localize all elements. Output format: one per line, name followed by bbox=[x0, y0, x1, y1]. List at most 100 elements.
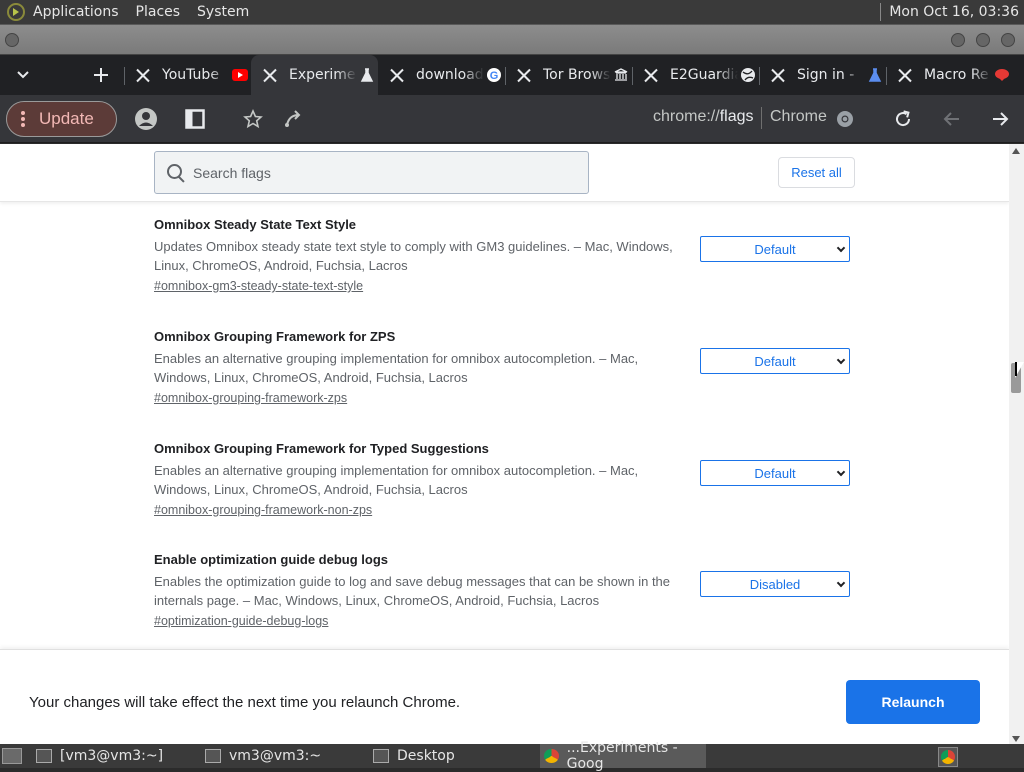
search-icon bbox=[167, 163, 185, 182]
reset-all-button[interactable]: Reset all bbox=[778, 157, 855, 188]
window-menu-icon[interactable] bbox=[5, 33, 19, 47]
mouse-cursor-icon bbox=[1015, 362, 1024, 378]
url-host: flags bbox=[719, 108, 754, 125]
flag-select-value: Default bbox=[754, 241, 796, 257]
taskbar: [vm3@vm3:~] vm3@vm3:~ Desktop ...Experim… bbox=[0, 740, 1024, 772]
flag-select[interactable]: Default bbox=[700, 460, 850, 486]
window-titlebar[interactable] bbox=[0, 24, 1024, 55]
flag-name: Omnibox Steady State Text Style bbox=[154, 217, 357, 232]
side-panel-icon[interactable] bbox=[183, 107, 207, 131]
reload-icon[interactable] bbox=[891, 107, 915, 131]
tab-search-chevron-icon[interactable] bbox=[11, 63, 35, 87]
close-tab-icon[interactable] bbox=[136, 68, 150, 82]
flag-entry: Omnibox Grouping Framework for Typed Sug… bbox=[154, 441, 854, 517]
folder-icon bbox=[373, 749, 389, 763]
flask-blue-icon bbox=[867, 67, 883, 83]
kebab-menu-icon bbox=[21, 111, 25, 127]
search-input[interactable] bbox=[193, 164, 573, 181]
menu-places[interactable]: Places bbox=[136, 4, 181, 20]
distro-logo-icon[interactable] bbox=[7, 3, 25, 21]
omnibox-url[interactable]: chrome://flags bbox=[653, 108, 753, 126]
taskbar-item-active[interactable]: ...Experiments - Goog bbox=[540, 740, 706, 772]
taskbar-item[interactable]: vm3@vm3:~ bbox=[205, 744, 369, 768]
new-tab-icon[interactable] bbox=[89, 63, 113, 87]
terminal-icon bbox=[205, 749, 221, 763]
share-icon[interactable] bbox=[281, 107, 305, 131]
bookmark-star-icon[interactable] bbox=[241, 107, 265, 131]
close-tab-icon[interactable] bbox=[263, 68, 277, 82]
tab-title: Experiments bbox=[289, 67, 357, 83]
chevron-down-icon bbox=[836, 467, 846, 477]
close-tab-icon[interactable] bbox=[390, 68, 404, 82]
menu-system[interactable]: System bbox=[197, 4, 249, 20]
flag-select[interactable]: Default bbox=[700, 236, 850, 262]
panel-separator bbox=[880, 3, 882, 21]
scroll-down-arrow-icon[interactable] bbox=[1012, 736, 1020, 742]
flag-description: Enables an alternative grouping implemen… bbox=[154, 351, 639, 385]
tab-strip: YouTube Experiments download G Tor Brows… bbox=[0, 55, 1024, 95]
flag-link[interactable]: #omnibox-gm3-steady-state-text-style bbox=[154, 279, 363, 293]
relaunch-bar: Your changes will take effect the next t… bbox=[0, 649, 1009, 744]
search-header: Reset all bbox=[0, 144, 1009, 202]
minimize-icon[interactable] bbox=[951, 33, 965, 47]
svg-text:G: G bbox=[490, 70, 499, 82]
close-tab-icon[interactable] bbox=[771, 68, 785, 82]
close-tab-icon[interactable] bbox=[517, 68, 531, 82]
youtube-icon bbox=[232, 67, 248, 83]
flag-name: Omnibox Grouping Framework for ZPS bbox=[154, 329, 396, 344]
taskbar-item-label: ...Experiments - Goog bbox=[566, 740, 678, 772]
tab-title: YouTube bbox=[162, 67, 219, 83]
tab-e2guardian[interactable]: E2Guardian bbox=[632, 55, 759, 95]
browser-toolbar: Update bbox=[0, 95, 1024, 143]
flag-entry: Omnibox Steady State Text Style Updates … bbox=[154, 217, 854, 293]
relaunch-button[interactable]: Relaunch bbox=[846, 680, 980, 724]
omnibox-chrome-label: Chrome bbox=[770, 108, 827, 125]
page-scrollbar[interactable] bbox=[1009, 144, 1024, 744]
google-icon: G bbox=[486, 67, 502, 83]
taskbar-item[interactable]: Desktop bbox=[373, 744, 537, 768]
flag-name: Omnibox Grouping Framework for Typed Sug… bbox=[154, 441, 489, 456]
menu-applications[interactable]: Applications bbox=[33, 4, 119, 20]
bank-icon bbox=[613, 67, 629, 83]
scroll-up-arrow-icon[interactable] bbox=[1012, 148, 1020, 154]
flag-select[interactable]: Disabled bbox=[700, 571, 850, 597]
tab-title: Tor Browser bbox=[543, 67, 611, 83]
omnibox-divider bbox=[761, 107, 762, 129]
close-window-icon[interactable] bbox=[1001, 33, 1015, 47]
flag-link[interactable]: #omnibox-grouping-framework-non-zps bbox=[154, 503, 372, 517]
flag-link[interactable]: #optimization-guide-debug-logs bbox=[154, 614, 328, 628]
tab-sign-in[interactable]: Sign in - bbox=[759, 55, 886, 95]
flag-description: Enables an alternative grouping implemen… bbox=[154, 463, 639, 497]
show-desktop-icon[interactable] bbox=[2, 748, 22, 764]
back-arrow-icon[interactable] bbox=[940, 107, 964, 131]
top-panel: Applications Places System Mon Oct 16, 0… bbox=[0, 0, 1024, 24]
tab-macro[interactable]: Macro Re bbox=[886, 55, 1013, 95]
search-box[interactable] bbox=[154, 151, 589, 194]
tab-youtube[interactable]: YouTube bbox=[124, 55, 251, 95]
flag-link[interactable]: #omnibox-grouping-framework-zps bbox=[154, 391, 347, 405]
tab-download[interactable]: download G bbox=[378, 55, 505, 95]
taskbar-item-label: vm3@vm3:~ bbox=[229, 748, 322, 764]
clock[interactable]: Mon Oct 16, 03:36 bbox=[889, 4, 1019, 20]
close-tab-icon[interactable] bbox=[898, 68, 912, 82]
taskbar-item[interactable]: [vm3@vm3:~] bbox=[36, 744, 200, 768]
chevron-down-icon bbox=[836, 243, 846, 253]
tab-title: E2Guardian bbox=[670, 67, 738, 83]
brain-icon bbox=[994, 67, 1010, 83]
terminal-icon bbox=[36, 749, 52, 763]
update-button[interactable]: Update bbox=[6, 101, 117, 137]
tray-chrome-icon[interactable] bbox=[938, 747, 958, 767]
chevron-down-icon bbox=[836, 355, 846, 365]
close-tab-icon[interactable] bbox=[644, 68, 658, 82]
forward-arrow-icon[interactable] bbox=[988, 107, 1012, 131]
flag-description: Enables the optimization guide to log an… bbox=[154, 574, 671, 608]
tab-title: Sign in - bbox=[797, 67, 855, 83]
flag-select[interactable]: Default bbox=[700, 348, 850, 374]
maximize-icon[interactable] bbox=[976, 33, 990, 47]
tab-tor-browser[interactable]: Tor Browser bbox=[505, 55, 632, 95]
flag-name: Enable optimization guide debug logs bbox=[154, 552, 388, 567]
tab-experiments[interactable]: Experiments bbox=[251, 55, 378, 95]
profile-avatar-icon[interactable] bbox=[134, 107, 158, 131]
flag-select-value: Default bbox=[754, 353, 796, 369]
chrome-icon bbox=[544, 749, 559, 763]
